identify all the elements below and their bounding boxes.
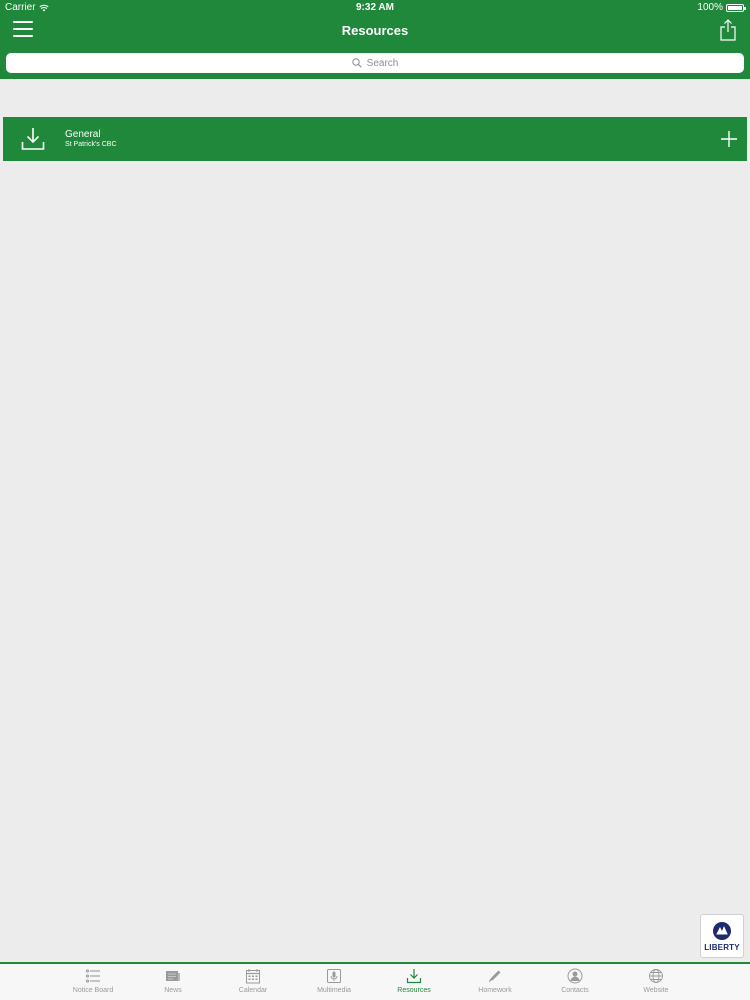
tab-label: Calendar bbox=[238, 987, 268, 994]
microphone-icon bbox=[327, 969, 341, 983]
pencil-icon bbox=[489, 970, 501, 983]
tab-label: Contacts bbox=[561, 987, 589, 994]
tab-bar: Notice Board News Calendar Multimedia Re… bbox=[0, 962, 750, 1000]
tab-label: News bbox=[164, 987, 182, 994]
search-icon bbox=[351, 58, 362, 68]
tab-homework[interactable]: Homework bbox=[455, 968, 535, 1000]
tab-notice-board[interactable]: Notice Board bbox=[53, 968, 133, 1000]
search-input[interactable]: Search bbox=[6, 53, 744, 73]
battery-icon bbox=[726, 3, 746, 12]
top-bar: Carrier 9:32 AM 100% Resources Search bbox=[0, 0, 750, 79]
tab-website[interactable]: Website bbox=[616, 968, 696, 1000]
resource-title: General bbox=[65, 129, 101, 140]
resource-subtitle: St Patrick's CBC bbox=[65, 141, 117, 148]
tab-resources[interactable]: Resources bbox=[374, 968, 454, 1000]
tab-news[interactable]: News bbox=[133, 968, 213, 1000]
battery-label: 100% bbox=[697, 2, 723, 13]
calendar-icon bbox=[246, 969, 260, 984]
tab-label: Notice Board bbox=[72, 987, 114, 994]
tab-label: Resources bbox=[397, 987, 431, 994]
tab-calendar[interactable]: Calendar bbox=[213, 968, 293, 1000]
resource-row-general[interactable]: General St Patrick's CBC bbox=[3, 117, 747, 161]
tab-contacts[interactable]: Contacts bbox=[535, 968, 615, 1000]
status-time: 9:32 AM bbox=[356, 2, 394, 13]
person-icon bbox=[567, 968, 583, 984]
tab-label: Multimedia bbox=[317, 987, 351, 994]
status-bar: Carrier 9:32 AM 100% bbox=[0, 0, 750, 16]
tab-label: Homework bbox=[478, 987, 512, 994]
tab-multimedia[interactable]: Multimedia bbox=[294, 968, 374, 1000]
sponsor-logo[interactable]: LIBERTY bbox=[700, 914, 744, 958]
plus-icon[interactable] bbox=[720, 130, 738, 148]
liberty-logo-icon bbox=[713, 921, 731, 940]
download-icon bbox=[406, 969, 422, 984]
page-title: Resources bbox=[341, 23, 409, 38]
sponsor-label: LIBERTY bbox=[704, 942, 740, 952]
download-icon bbox=[21, 128, 45, 150]
battery-indicator: 100% bbox=[697, 2, 746, 13]
navigation-bar: Resources bbox=[0, 16, 750, 48]
list-icon bbox=[85, 969, 100, 983]
search-placeholder: Search bbox=[366, 57, 399, 69]
share-icon[interactable] bbox=[719, 19, 737, 41]
globe-icon bbox=[649, 969, 663, 983]
tab-label: Website bbox=[643, 987, 669, 994]
newspaper-icon bbox=[166, 971, 180, 981]
